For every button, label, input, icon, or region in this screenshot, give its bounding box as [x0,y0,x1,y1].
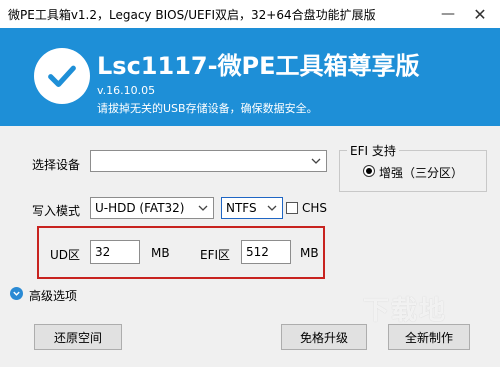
ud-size-input[interactable]: 32 [90,240,140,264]
format-free-upgrade-button[interactable]: 免格升级 [281,324,367,350]
efi-partition-label: EFI区 [200,248,231,262]
app-header: Lsc1117-微PE工具箱尊享版 v.16.10.05 请拔掉无关的USB存储… [0,28,500,126]
ud-partition-label: UD区 [50,248,81,262]
ud-unit: MB [151,246,170,260]
filesystem-select[interactable]: NTFS [221,197,283,219]
device-label: 选择设备 [32,158,81,172]
device-select[interactable] [90,150,327,172]
watermark-logo: 下载地 [363,296,448,326]
app-version: v.16.10.05 [97,84,156,97]
advanced-options-toggle[interactable]: 高级选项 [29,287,77,304]
restore-space-button[interactable]: 还原空间 [34,324,122,350]
chs-label: CHS [302,201,328,215]
efi-enhanced-radio[interactable] [363,165,375,177]
title-bar: 微PE工具箱v1.2，Legacy BIOS/UEFI双启，32+64合盘功能扩… [0,0,500,28]
write-mode-value: U-HDD (FAT32) [95,201,185,215]
window-title: 微PE工具箱v1.2，Legacy BIOS/UEFI双启，32+64合盘功能扩… [8,8,376,22]
chevron-down-icon [311,158,321,164]
usb-warning: 请拔掉无关的USB存储设备，确保数据安全。 [97,102,318,115]
chevron-down-icon [267,205,277,211]
chs-checkbox[interactable] [286,202,298,214]
efi-enhanced-label[interactable]: 增强（三分区） [379,164,463,181]
filesystem-value: NTFS [226,201,257,215]
efi-unit: MB [300,246,319,260]
new-install-button[interactable]: 全新制作 [388,324,470,350]
close-icon[interactable]: ✕ [460,0,500,28]
write-mode-select[interactable]: U-HDD (FAT32) [90,197,214,219]
write-mode-label: 写入模式 [32,204,81,218]
chevron-down-icon [198,205,208,211]
efi-support-legend: EFI 支持 [347,142,399,159]
app-brand-title: Lsc1117-微PE工具箱尊享版 [97,52,420,80]
expand-down-icon[interactable] [10,287,23,300]
checkmark-logo-icon [34,48,90,104]
efi-size-input[interactable]: 512 [241,240,291,264]
